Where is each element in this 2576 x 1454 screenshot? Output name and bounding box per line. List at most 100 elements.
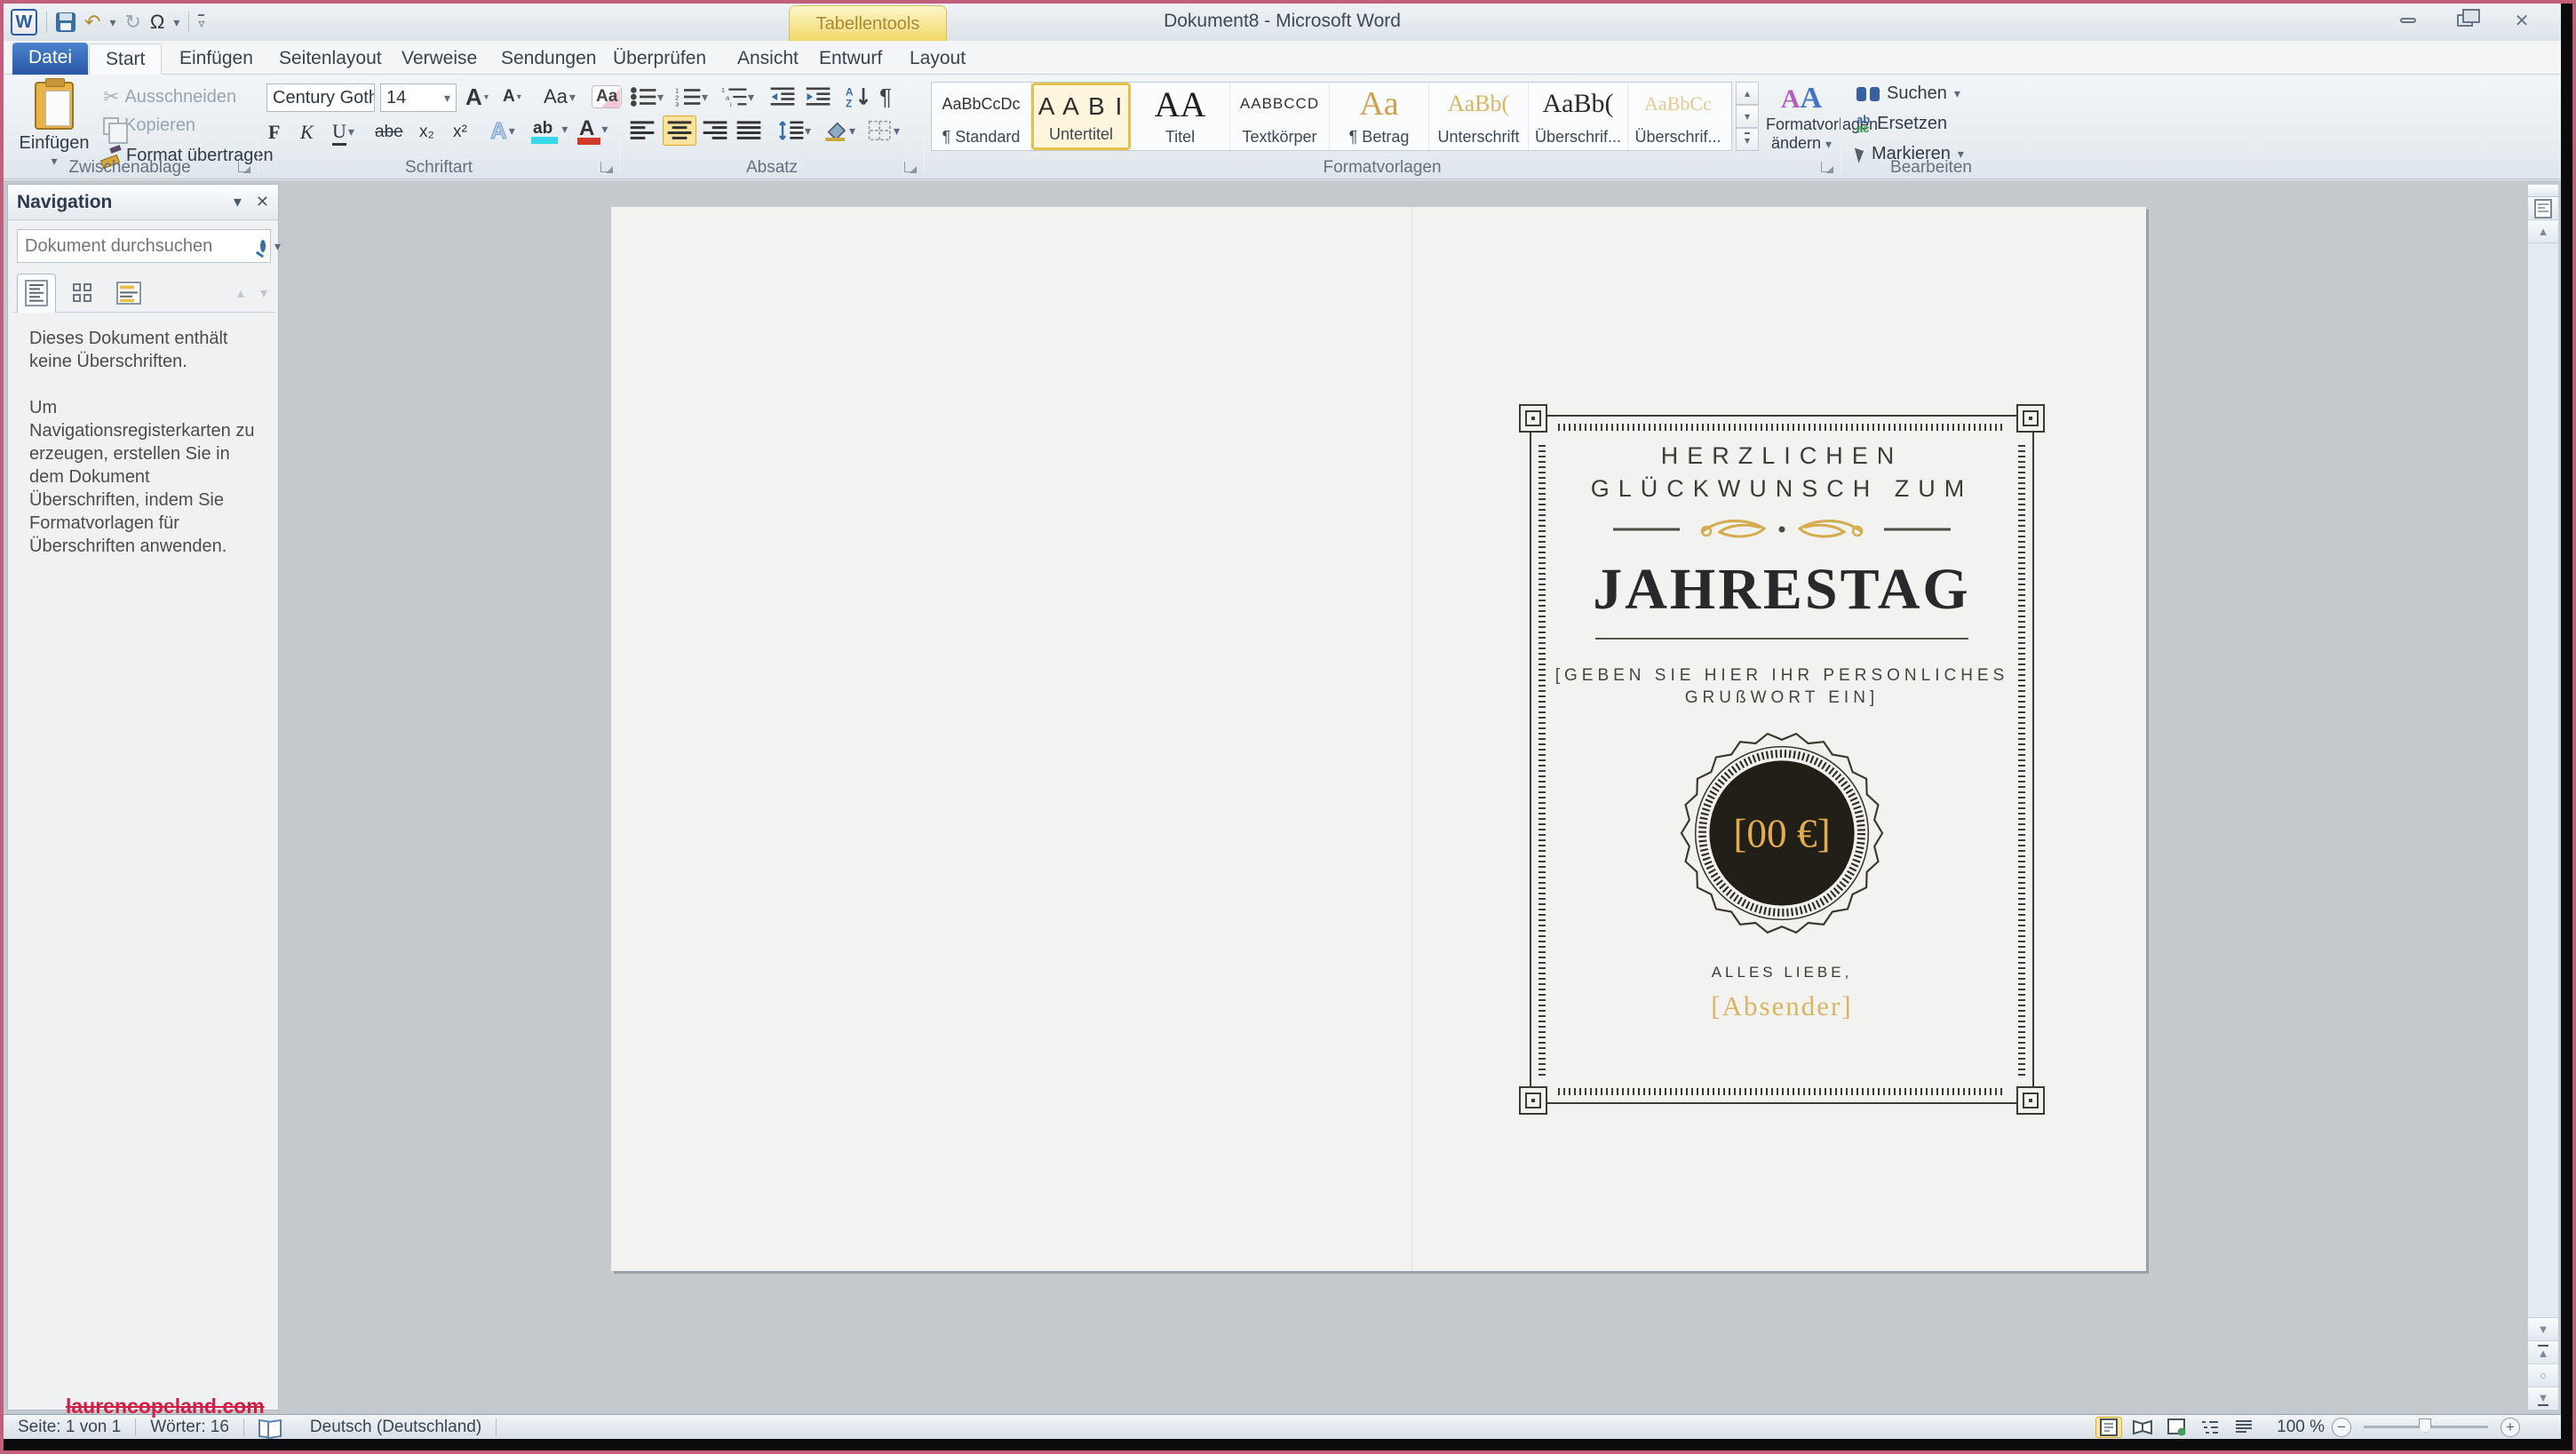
numbering-button[interactable]: 123▾ <box>675 82 708 112</box>
next-page-button[interactable]: ▼ <box>2528 1386 2558 1410</box>
zoom-out-button[interactable]: − <box>2332 1418 2351 1437</box>
grow-font-button[interactable]: A▴ <box>465 82 489 112</box>
style-titel[interactable]: AA Titel <box>1131 83 1230 150</box>
borders-button[interactable]: ▾ <box>867 115 900 146</box>
sort-button[interactable]: AZ <box>846 82 872 112</box>
tab-datei[interactable]: Datei <box>12 43 88 75</box>
chevron-down-icon[interactable]: ▾ <box>444 91 450 106</box>
styles-dialog-launcher[interactable] <box>1821 162 1832 172</box>
style-ueberschrift-2[interactable]: AaBbCc Überschrif... <box>1628 83 1728 150</box>
search-options-dropdown-icon[interactable]: ▾ <box>274 239 281 254</box>
highlight-color-button[interactable]: ab▾ <box>533 114 568 144</box>
shading-button[interactable]: ▾ <box>823 115 855 146</box>
font-color-button[interactable]: A▾ <box>579 114 608 144</box>
tab-seitenlayout[interactable]: Seitenlayout <box>263 44 398 75</box>
close-button[interactable]: ✕ <box>2504 11 2540 32</box>
styles-scroll-up[interactable]: ▴ <box>1736 82 1759 105</box>
nav-tab-headings[interactable] <box>17 274 56 313</box>
tab-entwurf[interactable]: Entwurf <box>803 44 898 75</box>
align-center-button[interactable] <box>663 115 696 146</box>
change-case-button[interactable]: Aa▾ <box>544 82 576 112</box>
search-icon[interactable] <box>260 240 266 252</box>
style-textkoerper[interactable]: AABBCCD Textkörper <box>1230 83 1330 150</box>
replace-button[interactable]: abac Ersetzen <box>1856 114 1947 134</box>
restore-button[interactable] <box>2447 11 2483 32</box>
line-spacing-button[interactable]: ▾ <box>778 115 811 146</box>
justify-button[interactable] <box>735 115 762 146</box>
document-page[interactable]: HERZLICHEN GLÜCKWUNSCH ZUM <box>611 207 2146 1271</box>
navigation-pane-close-icon[interactable]: ✕ <box>256 193 269 211</box>
card-closing[interactable]: ALLES LIEBE, <box>1519 964 2045 981</box>
bullets-button[interactable]: ▾ <box>631 82 664 112</box>
tab-ansicht[interactable]: Ansicht <box>721 44 815 75</box>
vertical-scrollbar[interactable]: ▲ ▼ ▲ ○ ▼ <box>2527 184 2559 1410</box>
tab-layout[interactable]: Layout <box>894 44 982 75</box>
chevron-down-icon[interactable]: ▾ <box>348 125 354 140</box>
clear-formatting-button[interactable]: Aa <box>592 82 622 112</box>
next-heading-icon[interactable]: ▾ <box>260 284 267 302</box>
style-betrag[interactable]: Aa ¶ Betrag <box>1330 83 1429 150</box>
style-untertitel[interactable]: A A B I Untertitel <box>1031 83 1131 150</box>
shrink-font-button[interactable]: A▾ <box>503 82 521 112</box>
zoom-slider-handle[interactable] <box>2419 1418 2431 1433</box>
clipboard-dialog-launcher[interactable] <box>238 162 249 172</box>
search-input[interactable] <box>25 236 260 257</box>
strikethrough-button[interactable]: abe <box>375 117 403 147</box>
bold-button[interactable]: F <box>268 117 280 147</box>
superscript-button[interactable]: x² <box>453 117 467 147</box>
paragraph-dialog-launcher[interactable] <box>904 162 915 172</box>
change-styles-button[interactable]: AA Formatvorlagenändern ▾ <box>1766 82 1837 163</box>
decrease-indent-button[interactable] <box>769 82 796 112</box>
tab-verweise[interactable]: Verweise <box>386 44 493 75</box>
word-count-status[interactable]: Wörter: 16 <box>136 1415 243 1439</box>
split-handle[interactable] <box>2528 185 2558 197</box>
nav-tab-pages[interactable] <box>63 274 102 313</box>
styles-scroll-down[interactable]: ▾ <box>1736 105 1759 128</box>
tab-ueberpruefen[interactable]: Überprüfen <box>597 44 722 75</box>
font-dialog-launcher[interactable] <box>600 162 611 172</box>
font-size-combo[interactable]: 14▾ <box>380 83 457 112</box>
align-left-button[interactable] <box>629 115 656 146</box>
view-fullscreen-reading-button[interactable] <box>2129 1417 2156 1438</box>
scroll-down-button[interactable]: ▼ <box>2528 1317 2558 1340</box>
view-outline-button[interactable] <box>2197 1417 2223 1438</box>
proofing-status[interactable] <box>244 1415 296 1439</box>
style-unterschrift[interactable]: AaBb( Unterschrift <box>1429 83 1529 150</box>
card-message-placeholder[interactable]: [GEBEN SIE HIER IHR PERSONLICHES GRUßWOR… <box>1519 664 2045 709</box>
view-draft-button[interactable] <box>2230 1417 2257 1438</box>
zoom-in-button[interactable]: + <box>2500 1418 2520 1437</box>
previous-heading-icon[interactable]: ▴ <box>237 284 244 302</box>
align-right-button[interactable] <box>702 115 728 146</box>
tab-start[interactable]: Start <box>89 44 162 75</box>
zoom-level-label[interactable]: 100 % <box>2277 1418 2325 1437</box>
minimize-button[interactable] <box>2390 11 2426 32</box>
find-button[interactable]: Suchen▾ <box>1856 83 1960 104</box>
card-title[interactable]: JAHRESTAG <box>1519 556 2045 624</box>
styles-gallery-more[interactable]: ▾ <box>1736 128 1759 151</box>
view-web-layout-button[interactable] <box>2163 1417 2190 1438</box>
previous-page-button[interactable]: ▲ <box>2528 1340 2558 1363</box>
style-ueberschrift-1[interactable]: AaBb( Überschrif... <box>1529 83 1628 150</box>
text-effects-button[interactable]: A▾ <box>490 115 515 146</box>
document-search-box[interactable]: ▾ <box>17 229 271 263</box>
select-browse-object-button[interactable]: ○ <box>2528 1363 2558 1386</box>
view-print-layout-button[interactable] <box>2095 1417 2122 1438</box>
card-greeting[interactable]: HERZLICHEN GLÜCKWUNSCH ZUM <box>1519 440 2045 505</box>
tab-sendungen[interactable]: Sendungen <box>485 44 612 75</box>
increase-indent-button[interactable] <box>805 82 831 112</box>
navigation-pane-dropdown-icon[interactable]: ▾ <box>234 193 242 211</box>
tab-einfuegen[interactable]: Einfügen <box>163 44 269 75</box>
zoom-slider[interactable] <box>2364 1426 2488 1428</box>
subscript-button[interactable]: x₂ <box>419 117 434 147</box>
italic-button[interactable]: K <box>300 117 314 147</box>
scroll-up-button[interactable]: ▲ <box>2528 220 2558 243</box>
nav-tab-results[interactable] <box>109 274 148 313</box>
card-sender-placeholder[interactable]: [Absender] <box>1519 990 2045 1022</box>
paste-button[interactable]: Einfügen ▾ <box>16 82 92 171</box>
font-family-combo[interactable]: Century Goth▾ <box>266 83 375 112</box>
amount-badge[interactable]: [00 €] <box>1519 728 2045 942</box>
language-status[interactable]: Deutsch (Deutschland) <box>296 1415 496 1439</box>
multilevel-list-button[interactable]: 1ai▾ <box>721 82 754 112</box>
style-standard[interactable]: AaBbCcDc ¶ Standard <box>932 83 1031 150</box>
underline-button[interactable]: U▾ <box>332 117 354 147</box>
